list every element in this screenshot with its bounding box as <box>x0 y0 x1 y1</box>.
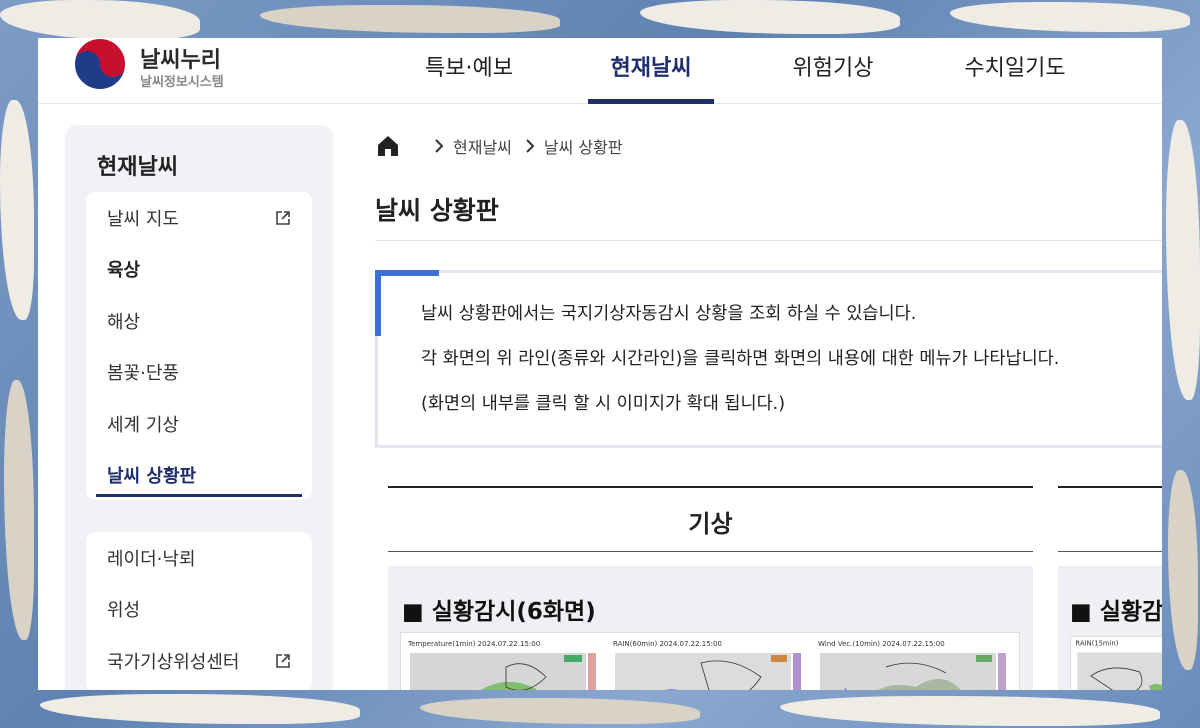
chevron-right-icon <box>526 139 535 153</box>
brand-title[interactable]: 날씨누리 <box>140 42 221 74</box>
sidebar-item-satellite-center[interactable]: 국가기상위성센터 <box>86 635 312 687</box>
notice-line: (화면의 내부를 클릭 할 시 이미지가 확대 됩니다.) <box>421 394 786 414</box>
card-title: ■ 실황감 <box>1070 599 1162 625</box>
taegeuk-emblem-icon[interactable] <box>70 38 130 94</box>
sidebar-item-label: 국가기상위성센터 <box>107 651 240 673</box>
thumb-header: RAIN(15min) <box>1075 640 1118 648</box>
sidebar-menu-group-1: 날씨 지도 육상 해상 봄꽃·단풍 세계 기상 날씨 상황판 <box>86 192 312 500</box>
notice-line: 각 화면의 위 라인(종류와 시간라인)을 클릭하면 화면의 내용에 대한 메뉴… <box>421 349 1060 369</box>
sidebar-item-label: 날씨 지도 <box>107 208 179 230</box>
breadcrumb-current-weather[interactable]: 현재날씨 <box>453 134 512 158</box>
page-title: 날씨 상황판 <box>375 196 499 225</box>
sidebar-menu-group-2: 레이더·낙뢰 위성 국가기상위성센터 <box>86 532 312 690</box>
rainfall-map-thumbnail[interactable]: RAIN(60min) 2024.07.22.15:00 <box>611 637 806 690</box>
monitoring-card[interactable]: ■ 실황감시(6화면) Temperature(1min) 2024.07.22… <box>388 566 1033 690</box>
wind-vector-map-thumbnail[interactable]: Wind Vec.(10min) 2024.07.22.15:00 <box>816 637 1011 690</box>
site-header: 날씨누리 날씨정보시스템 특보·예보 현재날씨 위험기상 수치일기도 <box>38 38 1162 104</box>
external-link-icon <box>276 210 290 225</box>
temperature-map-thumbnail[interactable]: Temperature(1min) 2024.07.22.15:00 <box>406 637 601 690</box>
divider <box>388 486 1033 488</box>
sidebar-item-label: 위성 <box>107 600 141 622</box>
sidebar-item-world-weather[interactable]: 세계 기상 <box>86 398 312 450</box>
browser-page: 날씨누리 날씨정보시스템 특보·예보 현재날씨 위험기상 수치일기도 현재날씨 … <box>38 38 1162 690</box>
sidebar-item-label: 날씨 상황판 <box>107 466 197 488</box>
sidebar-item-label: 해상 <box>107 311 141 333</box>
sidebar-item-weather-map[interactable]: 날씨 지도 <box>86 192 312 244</box>
notice-line: 날씨 상황판에서는 국지기상자동감시 상황을 조회 하실 수 있습니다. <box>421 304 917 324</box>
nav-numerical-chart[interactable]: 수치일기도 <box>924 38 1106 104</box>
sidebar-item-label: 봄꽃·단풍 <box>107 363 179 385</box>
divider <box>1058 551 1162 552</box>
sidebar-item-flowers-foliage[interactable]: 봄꽃·단풍 <box>86 347 312 399</box>
sidebar-item-label: 레이더·낙뢰 <box>107 548 196 570</box>
sidebar-item-label: 육상 <box>107 260 141 282</box>
rainfall-15min-map-thumbnail[interactable]: RAIN(15min) <box>1070 636 1162 690</box>
chevron-right-icon <box>435 139 444 153</box>
divider <box>375 240 1162 241</box>
nav-current-weather[interactable]: 현재날씨 <box>560 38 742 104</box>
sidebar-item-label: 세계 기상 <box>107 414 179 436</box>
sidebar-item-weather-board[interactable]: 날씨 상황판 <box>86 450 312 502</box>
sidebar: 현재날씨 날씨 지도 육상 해상 봄꽃·단풍 세계 기상 날씨 상황판 레이더·… <box>65 125 333 690</box>
nav-hazard-weather[interactable]: 위험기상 <box>742 38 924 104</box>
sidebar-item-radar-lightning[interactable]: 레이더·낙뢰 <box>86 532 312 584</box>
card-title: ■ 실황감시(6화면) <box>402 599 596 625</box>
sidebar-item-land[interactable]: 육상 <box>86 244 312 296</box>
thumb-header: RAIN(60min) 2024.07.22.15:00 <box>613 640 722 648</box>
breadcrumb: 현재날씨 날씨 상황판 <box>375 131 623 161</box>
sidebar-item-marine[interactable]: 해상 <box>86 295 312 347</box>
main-navigation: 특보·예보 현재날씨 위험기상 수치일기도 <box>378 38 1106 104</box>
nav-forecast[interactable]: 특보·예보 <box>378 38 560 104</box>
sidebar-title: 현재날씨 <box>97 155 178 180</box>
thumb-header: Wind Vec.(10min) 2024.07.22.15:00 <box>818 640 945 648</box>
notice-box: 날씨 상황판에서는 국지기상자동감시 상황을 조회 하실 수 있습니다. 각 화… <box>375 270 1162 448</box>
notice-accent <box>375 270 381 336</box>
divider <box>1058 486 1162 488</box>
divider <box>388 551 1033 552</box>
brand-subtitle: 날씨정보시스템 <box>140 75 224 90</box>
breadcrumb-weather-board[interactable]: 날씨 상황판 <box>544 134 623 158</box>
monitor-thumbnails[interactable]: Temperature(1min) 2024.07.22.15:00 RAIN(… <box>400 632 1020 690</box>
notice-accent <box>375 270 439 276</box>
sidebar-item-satellite[interactable]: 위성 <box>86 584 312 636</box>
monitoring-card-partial[interactable]: ■ 실황감 RAIN(15min) <box>1058 566 1162 690</box>
external-link-icon <box>276 653 290 668</box>
thumb-header: Temperature(1min) 2024.07.22.15:00 <box>407 640 540 648</box>
home-icon[interactable] <box>375 133 401 159</box>
section-heading: 기상 <box>688 510 733 538</box>
